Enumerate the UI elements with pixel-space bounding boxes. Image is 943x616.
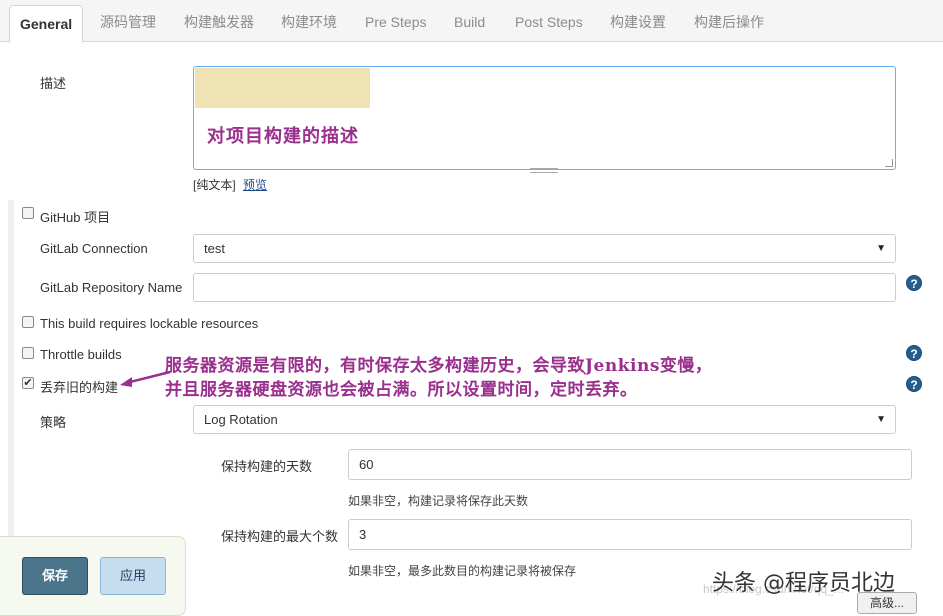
- plain-text-label: [纯文本]: [193, 178, 236, 192]
- chevron-down-icon: ▼: [876, 414, 886, 425]
- strategy-label: 策略: [40, 415, 67, 430]
- resize-grip-icon[interactable]: [885, 159, 893, 167]
- max-builds-hint: 如果非空，最多此数目的构建记录将被保存: [348, 564, 577, 578]
- tab-build-environment[interactable]: 构建环境: [281, 0, 337, 42]
- discard-old-label: 丢弃旧的构建: [40, 380, 119, 395]
- tab-post-steps[interactable]: Post Steps: [515, 0, 583, 42]
- watermark: 头条 @程序员北边: [712, 571, 895, 596]
- gitlab-repo-input[interactable]: [193, 273, 896, 302]
- textarea-resize-handle[interactable]: [530, 168, 558, 173]
- gitlab-connection-select[interactable]: test ▼: [193, 234, 896, 263]
- annotation-line-2: 并且服务器硬盘资源也会被占满。所以设置时间，定时丢弃。: [165, 380, 638, 400]
- chevron-down-icon: ▼: [876, 243, 886, 254]
- apply-button[interactable]: 应用: [100, 557, 166, 595]
- text-highlight: [195, 68, 370, 108]
- days-to-keep-label: 保持构建的天数: [221, 459, 313, 474]
- github-project-label: GitHub 项目: [40, 210, 111, 225]
- save-button[interactable]: 保存: [22, 557, 88, 595]
- max-builds-input[interactable]: 3: [348, 519, 912, 550]
- max-builds-label: 保持构建的最大个数: [221, 529, 339, 544]
- help-icon[interactable]: ?: [906, 275, 922, 291]
- days-to-keep-hint: 如果非空，构建记录将保存此天数: [348, 494, 529, 508]
- tab-general[interactable]: General: [9, 5, 84, 43]
- gitlab-connection-value: test: [204, 241, 225, 256]
- lockable-checkbox[interactable]: [22, 316, 34, 328]
- help-icon[interactable]: ?: [906, 376, 922, 392]
- max-builds-value: 3: [359, 527, 367, 542]
- strategy-value: Log Rotation: [204, 412, 278, 427]
- annotation-line-1: 服务器资源是有限的，有时保存太多构建历史，会导致Jenkins变慢，: [165, 356, 713, 376]
- help-icon[interactable]: ?: [906, 345, 922, 361]
- days-to-keep-value: 60: [359, 457, 374, 472]
- github-project-checkbox[interactable]: [22, 207, 34, 219]
- description-label: 描述: [40, 76, 67, 91]
- gitlab-repo-label: GitLab Repository Name: [40, 280, 183, 295]
- tab-source-control[interactable]: 源码管理: [100, 0, 156, 42]
- tab-build[interactable]: Build: [454, 0, 485, 42]
- description-textarea[interactable]: 对项目构建的描述: [193, 66, 896, 170]
- tab-build-settings[interactable]: 构建设置: [610, 0, 666, 42]
- strategy-select[interactable]: Log Rotation ▼: [193, 405, 896, 434]
- lockable-label: This build requires lockable resources: [40, 316, 259, 331]
- days-to-keep-input[interactable]: 60: [348, 449, 912, 480]
- throttle-label: Throttle builds: [40, 347, 122, 362]
- throttle-checkbox[interactable]: [22, 347, 34, 359]
- tab-post-build-actions[interactable]: 构建后操作: [694, 0, 764, 42]
- tab-bar: General 源码管理 构建触发器 构建环境 Pre Steps Build …: [0, 0, 943, 43]
- description-text: 对项目构建的描述: [207, 126, 359, 147]
- gitlab-connection-label: GitLab Connection: [40, 241, 148, 256]
- tab-build-triggers[interactable]: 构建触发器: [184, 0, 254, 42]
- tab-pre-steps[interactable]: Pre Steps: [365, 0, 426, 42]
- preview-link[interactable]: 预览: [243, 176, 267, 193]
- discard-old-checkbox[interactable]: ✔: [22, 377, 34, 389]
